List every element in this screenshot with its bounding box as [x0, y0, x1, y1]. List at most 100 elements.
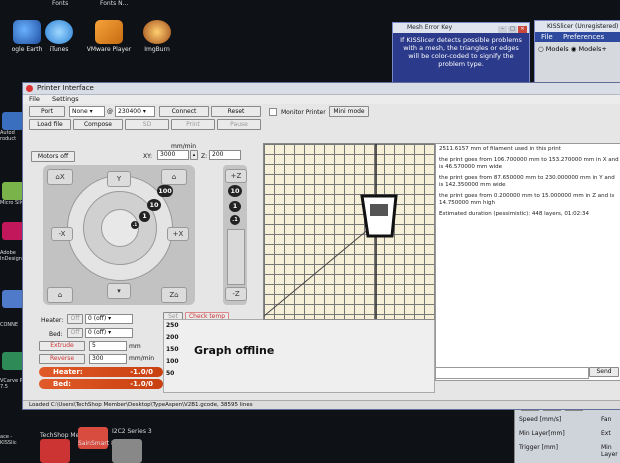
jog-minus-y-button[interactable]: ▾	[107, 283, 131, 299]
jog-plus-x-button[interactable]: +X	[167, 227, 189, 241]
close-icon[interactable]: ✕	[518, 26, 527, 33]
mini-mode-button[interactable]: Mini mode	[329, 106, 369, 117]
travel-line	[264, 217, 383, 317]
home-x-button[interactable]: ⌂X	[47, 169, 73, 185]
reverse-button[interactable]: Reverse	[39, 354, 85, 364]
xy-label: XY:	[143, 153, 152, 160]
microsilver-icon[interactable]	[2, 182, 24, 200]
send-button[interactable]: Send	[589, 367, 619, 377]
extrude-input[interactable]: 5	[89, 341, 127, 351]
heater-off-button[interactable]: Off	[67, 314, 83, 324]
home-all-button[interactable]: ⌂	[47, 287, 73, 303]
bed-temp-bar: Bed: -1.0/0	[39, 379, 163, 389]
printer-title: Printer Interface	[37, 84, 94, 92]
compose-button[interactable]: Compose	[73, 119, 123, 130]
port-value: None	[72, 108, 88, 115]
radio-models-icon[interactable]: ○	[538, 45, 544, 53]
printer-interface-window[interactable]: Printer Interface File Settings Port Non…	[22, 82, 620, 410]
bed-off-button[interactable]: Off	[67, 328, 83, 338]
print-object-fill	[370, 204, 388, 216]
jog-step-1[interactable]: 1	[139, 211, 150, 222]
menu-file[interactable]: File	[29, 95, 40, 103]
desktop-icon-imgburn[interactable]: ImgBurn	[130, 20, 184, 53]
connect-icon[interactable]	[2, 290, 24, 308]
z-feedrate-input[interactable]: 200	[209, 150, 241, 160]
menu-preferences[interactable]: Preferences	[563, 33, 604, 41]
connect-button[interactable]: Connect	[159, 106, 209, 117]
mesh-text: If KISSlicer detects possible problems w…	[400, 36, 522, 68]
port-button[interactable]: Port	[29, 106, 65, 117]
temperature-graph: 250 200 150 100 50 Graph offline	[163, 319, 435, 393]
z-step-10[interactable]: 10	[228, 185, 242, 197]
desktop-icon-label: ImgBurn	[144, 46, 170, 53]
reverse-input[interactable]: 300	[89, 354, 127, 364]
mesh-error-key-window[interactable]: Mesh Error Key – □ ✕ If KISSlicer detects …	[392, 22, 530, 86]
graph-axis-150: 150	[166, 346, 179, 353]
menu-file[interactable]: File	[541, 33, 553, 41]
jog-step-100[interactable]: 100	[157, 185, 173, 197]
radio-models-plus[interactable]: Models+	[578, 45, 606, 53]
radio-models-plus-icon[interactable]: ◉	[571, 45, 577, 53]
desktop-icon-vmware[interactable]: VMware Player	[82, 20, 136, 53]
load-file-button[interactable]: Load file	[29, 119, 71, 130]
kisslicer-menubar: File Preferences	[535, 32, 620, 42]
printer-menubar: File Settings	[23, 95, 620, 104]
output-line: the print goes from 87.650000 mm to 230.…	[439, 175, 615, 188]
graph-offline-label: Graph offline	[194, 344, 275, 357]
reverse-unit: mm/min	[129, 355, 155, 362]
monitor-printer-checkbox[interactable]	[269, 108, 277, 116]
z-jog-control[interactable]: +Z 10 1 .1 -Z	[223, 165, 247, 305]
z-plus-button[interactable]: +Z	[225, 169, 247, 183]
heater-temp-bar: Heater: -1.0/0	[39, 367, 163, 377]
z-step-0-1[interactable]: .1	[230, 215, 240, 225]
pause-button[interactable]: Pause	[217, 119, 261, 130]
autodesk-icon[interactable]	[2, 112, 24, 130]
at-label: @	[107, 108, 113, 115]
bed-bar-label: Bed:	[53, 380, 71, 388]
baud-value: 230400	[118, 108, 141, 115]
jog-step-10[interactable]: 10	[147, 199, 161, 211]
extrude-button[interactable]: Extrude	[39, 341, 85, 351]
home-icon: ⌂	[57, 291, 63, 299]
port-select[interactable]: None ▾	[69, 106, 105, 117]
home-z-button[interactable]: Z⌂	[161, 287, 187, 303]
z-step-1[interactable]: 1	[229, 201, 241, 212]
radio-models[interactable]: Models	[546, 45, 569, 53]
menu-settings[interactable]: Settings	[52, 95, 79, 103]
maximize-icon[interactable]: □	[508, 26, 517, 33]
z-minus-button[interactable]: -Z	[225, 287, 247, 301]
baud-select[interactable]: 230400 ▾	[115, 106, 155, 117]
bed-value: 0 (off)	[88, 329, 107, 336]
kisslicer-title: KISSlicer (Unregistered)	[535, 21, 620, 32]
vcarve-icon[interactable]	[2, 352, 24, 370]
indesign-icon[interactable]	[2, 222, 24, 240]
heater-select[interactable]: 0 (off) ▾	[85, 314, 133, 324]
printer-titlebar[interactable]: Printer Interface	[23, 83, 620, 95]
reset-button[interactable]: Reset	[211, 106, 261, 117]
print-bed-preview[interactable]	[263, 143, 435, 320]
z-slider-track[interactable]	[227, 229, 245, 285]
mesh-titlebar[interactable]: Mesh Error Key – □ ✕	[393, 23, 529, 33]
motors-off-button[interactable]: Motors off	[31, 151, 75, 162]
jog-step-0-1[interactable]: .1	[131, 221, 139, 229]
itunes-icon	[45, 20, 73, 44]
desktop-icon-itunes[interactable]: iTunes	[32, 20, 86, 53]
i2c2-icon[interactable]	[112, 439, 142, 463]
home-y-button[interactable]: ⌂	[161, 169, 187, 185]
xy-jog-control[interactable]: ⌂X Y ⌂ -X +X ▾ ⌂ Z⌂ 100 10 1 .1	[43, 165, 195, 305]
fan-label: Fan	[601, 416, 612, 423]
gcode-command-input[interactable]	[435, 367, 589, 379]
minimize-icon[interactable]: –	[498, 26, 507, 33]
jog-minus-x-button[interactable]: -X	[51, 227, 73, 241]
xy-feedrate-input[interactable]: 3000	[157, 150, 189, 160]
min-layer-label-2: Min Layer	[601, 444, 618, 458]
mm-min-label: mm/min	[171, 143, 197, 150]
y-label: Y	[116, 175, 122, 183]
xy-stepper[interactable]: ▴	[190, 150, 198, 160]
graph-axis-50: 50	[166, 370, 175, 377]
sd-button[interactable]: SD	[125, 119, 169, 130]
print-button[interactable]: Print	[171, 119, 215, 130]
bed-select[interactable]: 0 (off) ▾	[85, 328, 133, 338]
techshop-icon[interactable]	[40, 439, 70, 463]
jog-plus-y-button[interactable]: Y	[107, 171, 131, 187]
